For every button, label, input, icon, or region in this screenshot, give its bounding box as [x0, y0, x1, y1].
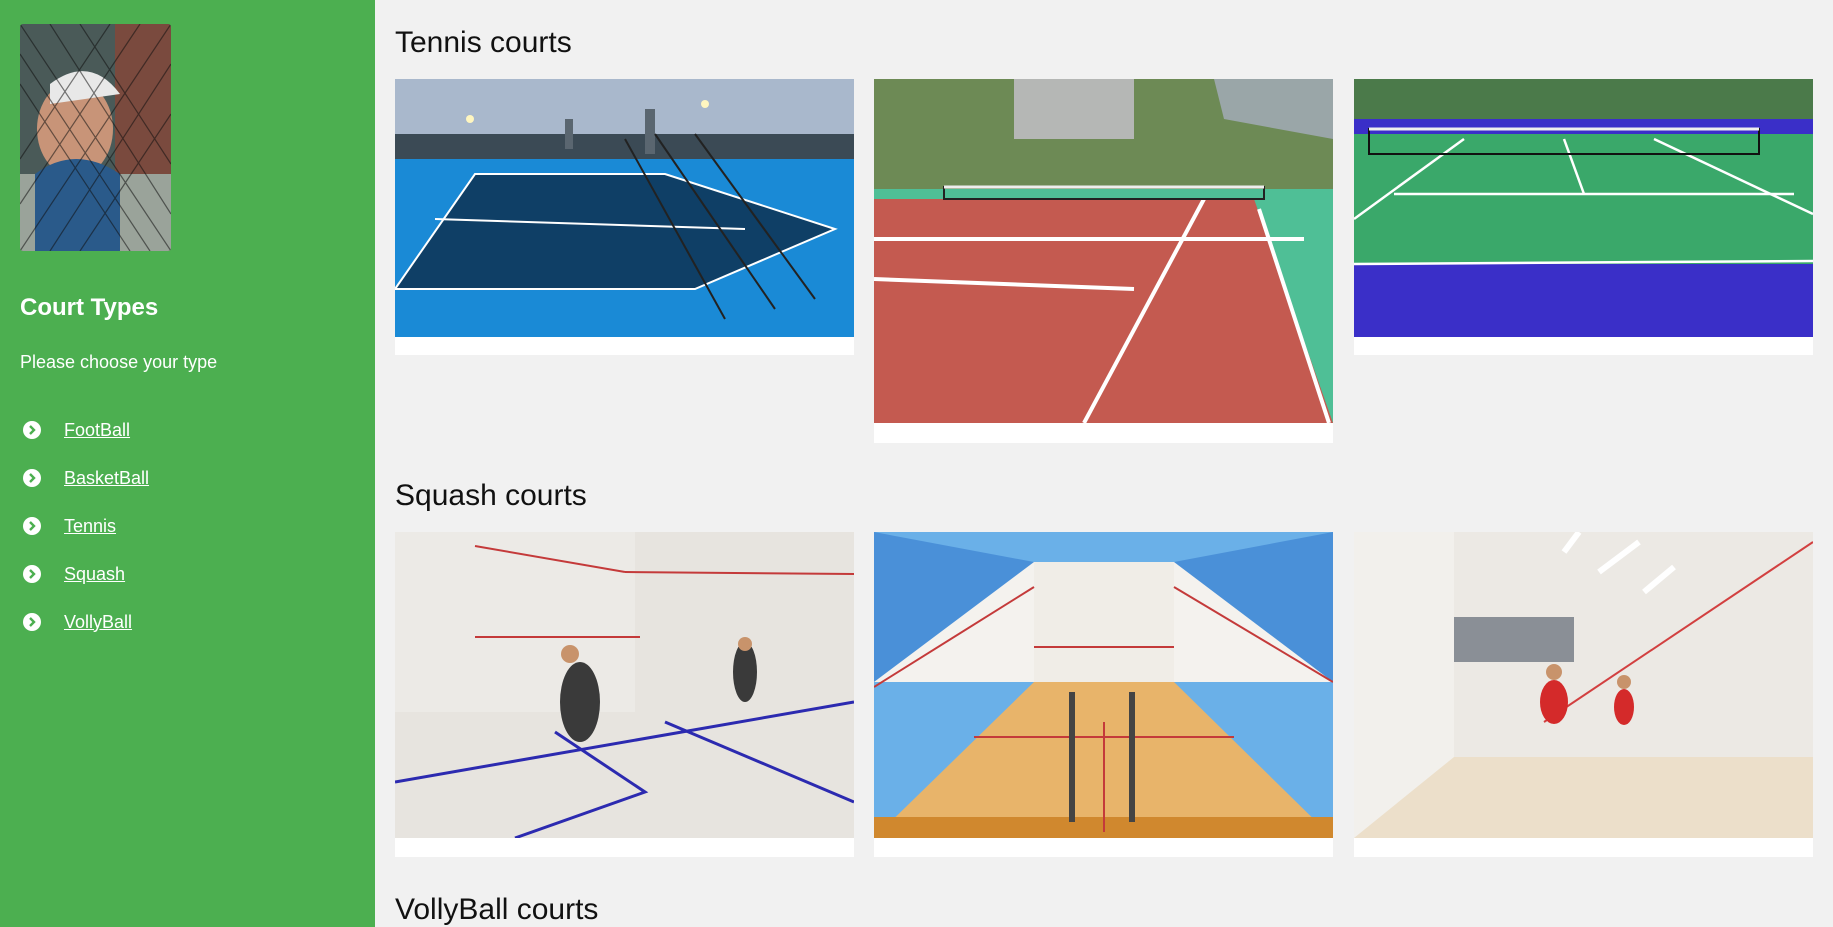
menu-item-football: FootBall	[20, 406, 149, 454]
tennis-court-photo	[874, 79, 1333, 423]
menu-link-tennis[interactable]: Tennis	[64, 516, 116, 537]
tennis-court-card[interactable]	[874, 79, 1333, 443]
menu-link-vollyball[interactable]: VollyBall	[64, 612, 132, 633]
menu-item-vollyball: VollyBall	[20, 598, 149, 646]
chevron-circle-right-icon	[20, 610, 44, 634]
squash-court-card[interactable]	[874, 532, 1333, 857]
tennis-court-photo	[1354, 79, 1813, 337]
menu-link-football[interactable]: FootBall	[64, 420, 130, 441]
sidebar-subtitle: Please choose your type	[20, 352, 218, 372]
squash-court-photo	[1354, 532, 1813, 838]
menu-item-basketball: BasketBall	[20, 454, 149, 502]
squash-court-card[interactable]	[1354, 532, 1813, 857]
squash-court-photo	[395, 532, 854, 838]
court-type-menu: FootBall BasketBall Tennis Squash VollyB…	[20, 406, 149, 646]
chevron-circle-right-icon	[20, 562, 44, 586]
section-title-tennis: Tennis courts	[395, 26, 572, 59]
tennis-court-card[interactable]	[395, 79, 854, 355]
chevron-circle-right-icon	[20, 418, 44, 442]
menu-item-tennis: Tennis	[20, 502, 149, 550]
chevron-circle-right-icon	[20, 466, 44, 490]
section-title-vollyball: VollyBall courts	[395, 893, 599, 926]
sidebar: Court Types Please choose your type Foot…	[0, 0, 375, 927]
sidebar-title: Court Types	[20, 294, 159, 321]
squash-court-card[interactable]	[395, 532, 854, 857]
tennis-court-card[interactable]	[1354, 79, 1813, 355]
squash-court-photo	[874, 532, 1333, 838]
menu-item-squash: Squash	[20, 550, 149, 598]
main-content: Tennis courts Squash courts VollyBall co…	[375, 0, 1833, 927]
menu-link-squash[interactable]: Squash	[64, 564, 125, 585]
profile-photo	[20, 24, 171, 251]
section-title-squash: Squash courts	[395, 479, 587, 512]
tennis-court-photo	[395, 79, 854, 337]
chevron-circle-right-icon	[20, 514, 44, 538]
menu-link-basketball[interactable]: BasketBall	[64, 468, 149, 489]
